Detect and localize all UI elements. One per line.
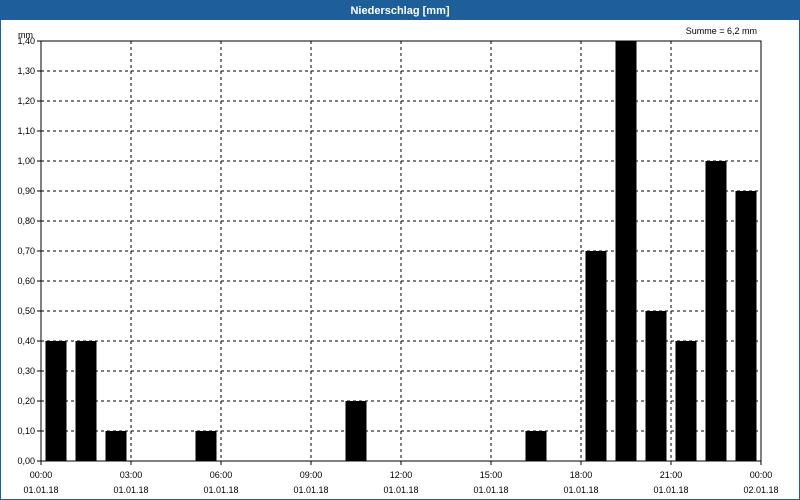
bar [705, 161, 727, 461]
x-tick-label-date: 01.01.18 [293, 485, 328, 495]
y-tick-label: 0,90 [17, 186, 35, 196]
chart-window: Niederschlag [mm] 0,00 0,10 0,20 0,30 0,40 0,… [0, 0, 800, 500]
x-tick-label-date: 01.01.18 [563, 485, 598, 495]
chart-title: Niederschlag [mm] [1, 1, 799, 20]
x-tick-label-time: 03:00 [120, 470, 143, 480]
x-tick-label-date: 01.01.18 [203, 485, 238, 495]
x-tick-label-time: 12:00 [390, 470, 413, 480]
bar [105, 431, 127, 461]
bar [735, 191, 757, 461]
x-tick-label-time: 15:00 [480, 470, 503, 480]
y-tick-label: 1,20 [17, 96, 35, 106]
y-tick-label: 1,00 [17, 156, 35, 166]
x-tick-label-date: 02.01.18 [743, 485, 778, 495]
precipitation-chart: 0,00 0,10 0,20 0,30 0,40 0,50 0,60 0,70 0,80 0,90… [17, 26, 778, 495]
y-tick-label: 1,30 [17, 66, 35, 76]
bar [45, 341, 67, 461]
bar [645, 311, 667, 461]
y-tick-label: 0,20 [17, 396, 35, 406]
y-tick-label: 0,70 [17, 246, 35, 256]
bar [525, 431, 547, 461]
x-tick-label-time: 00:00 [30, 470, 53, 480]
bar [615, 41, 637, 461]
x-tick-label-time: 18:00 [570, 470, 593, 480]
x-tick-label-date: 01.01.18 [23, 485, 58, 495]
x-tick-label-time: 21:00 [660, 470, 683, 480]
bar [195, 431, 217, 461]
y-tick-label: 0,00 [17, 456, 35, 466]
bar [345, 401, 367, 461]
y-tick-label: 0,10 [17, 426, 35, 436]
y-axis-unit-label: mm [18, 30, 33, 40]
x-tick-label-time: 00:00 [750, 470, 773, 480]
sum-annotation: Summe = 6,2 mm [686, 26, 757, 36]
x-tick-label-date: 01.01.18 [653, 485, 688, 495]
x-tick-label-time: 09:00 [300, 470, 323, 480]
bar [585, 251, 607, 461]
bar [675, 341, 697, 461]
y-tick-label: 0,60 [17, 276, 35, 286]
bar [75, 341, 97, 461]
x-tick-label-date: 01.01.18 [383, 485, 418, 495]
x-tick-label-date: 01.01.18 [113, 485, 148, 495]
y-tick-label: 1,10 [17, 126, 35, 136]
y-tick-label: 0,30 [17, 366, 35, 376]
y-tick-label: 0,40 [17, 336, 35, 346]
y-tick-label: 0,50 [17, 306, 35, 316]
x-tick-label-date: 01.01.18 [473, 485, 508, 495]
x-tick-label-time: 06:00 [210, 470, 233, 480]
y-tick-label: 0,80 [17, 216, 35, 226]
